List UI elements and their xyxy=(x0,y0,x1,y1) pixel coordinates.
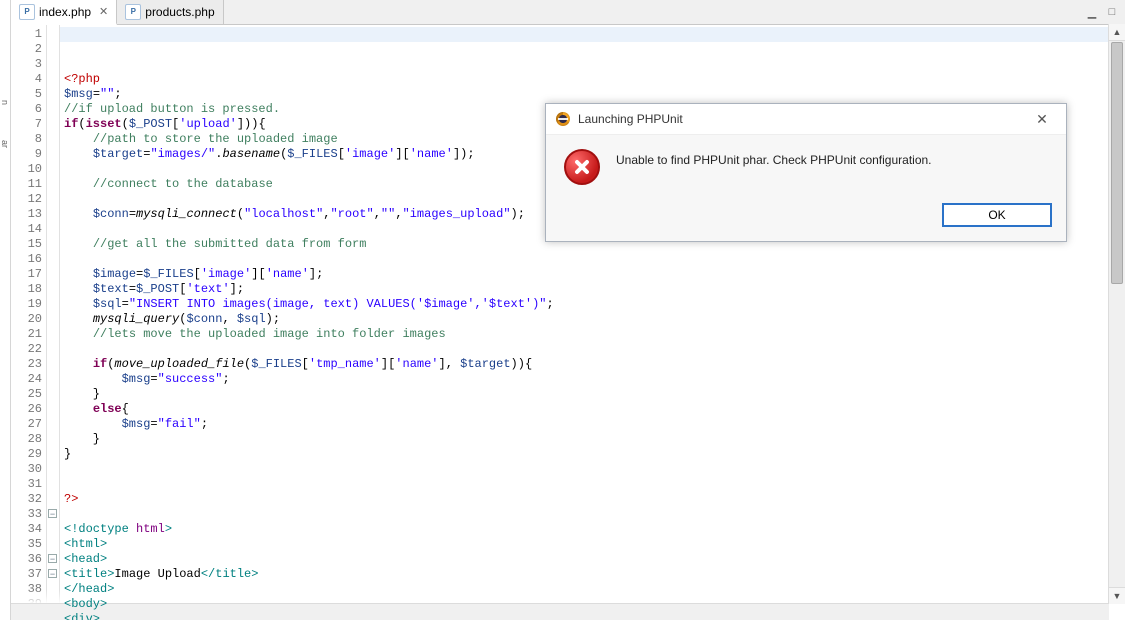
code-line[interactable]: } xyxy=(64,387,1125,402)
line-number: 37 xyxy=(11,567,42,582)
tab-label: products.php xyxy=(145,5,214,19)
editor-tab-bar: P index.php ✕ P products.php ▁ □ xyxy=(11,0,1125,25)
maximize-icon[interactable]: □ xyxy=(1105,6,1119,18)
code-line[interactable]: $image=$_FILES['image']['name']; xyxy=(64,267,1125,282)
code-line[interactable]: else{ xyxy=(64,402,1125,417)
code-line[interactable]: if(move_uploaded_file($_FILES['tmp_name'… xyxy=(64,357,1125,372)
tab-label: index.php xyxy=(39,5,91,19)
line-number: 38 xyxy=(11,582,42,597)
code-line[interactable]: $text=$_POST['text']; xyxy=(64,282,1125,297)
fold-column: − − − xyxy=(47,25,60,620)
line-number: 2 xyxy=(11,42,42,57)
line-number: 13 xyxy=(11,207,42,222)
line-number: 17 xyxy=(11,267,42,282)
current-line-highlight xyxy=(60,27,1125,42)
code-line[interactable]: //lets move the uploaded image into fold… xyxy=(64,327,1125,342)
code-line[interactable]: //connect to the database xyxy=(64,177,1125,192)
line-number: 6 xyxy=(11,102,42,117)
line-number: 18 xyxy=(11,282,42,297)
code-line[interactable]: <body> xyxy=(64,597,1125,612)
code-line[interactable]: $conn=mysqli_connect("localhost","root",… xyxy=(64,207,1125,222)
line-number: 31 xyxy=(11,477,42,492)
code-line[interactable]: <div> xyxy=(64,612,1125,620)
tab-products-php[interactable]: P products.php xyxy=(117,0,223,24)
fold-toggle-icon[interactable]: − xyxy=(48,554,57,563)
line-number: 35 xyxy=(11,537,42,552)
code-line[interactable]: //if upload button is pressed. xyxy=(64,102,1125,117)
code-content[interactable]: <?php$msg="";//if upload button is press… xyxy=(60,25,1125,620)
line-number: 28 xyxy=(11,432,42,447)
editor-area: P index.php ✕ P products.php ▁ □ 1234567… xyxy=(11,0,1125,620)
line-number: 20 xyxy=(11,312,42,327)
line-number: 4 xyxy=(11,72,42,87)
code-line[interactable]: if(isset($_POST['upload'])){ xyxy=(64,117,1125,132)
line-number: 22 xyxy=(11,342,42,357)
line-number: 7 xyxy=(11,117,42,132)
code-line[interactable] xyxy=(64,477,1125,492)
line-number: 34 xyxy=(11,522,42,537)
line-number: 26 xyxy=(11,402,42,417)
php-file-icon: P xyxy=(125,4,141,20)
code-line[interactable] xyxy=(64,162,1125,177)
line-number: 12 xyxy=(11,192,42,207)
minimized-view-1[interactable]: n xyxy=(0,100,10,105)
fold-toggle-icon[interactable]: − xyxy=(48,509,57,518)
php-file-icon: P xyxy=(19,4,35,20)
code-line[interactable] xyxy=(64,192,1125,207)
line-number: 5 xyxy=(11,87,42,102)
code-line[interactable]: ?> xyxy=(64,492,1125,507)
line-number: 16 xyxy=(11,252,42,267)
line-number: 15 xyxy=(11,237,42,252)
code-editor[interactable]: 1234567891011121314151617181920212223242… xyxy=(11,25,1125,620)
line-number-gutter: 1234567891011121314151617181920212223242… xyxy=(11,25,47,620)
line-number: 1 xyxy=(11,27,42,42)
line-number: 14 xyxy=(11,222,42,237)
minimize-icon[interactable]: ▁ xyxy=(1085,6,1099,19)
code-line[interactable]: mysqli_query($conn, $sql); xyxy=(64,312,1125,327)
line-number: 8 xyxy=(11,132,42,147)
code-line[interactable]: //get all the submitted data from form xyxy=(64,237,1125,252)
line-number: 10 xyxy=(11,162,42,177)
code-line[interactable]: $sql="INSERT INTO images(image, text) VA… xyxy=(64,297,1125,312)
line-number: 19 xyxy=(11,297,42,312)
minimized-view-2[interactable]: ar xyxy=(0,140,10,148)
code-line[interactable]: //path to store the uploaded image xyxy=(64,132,1125,147)
code-line[interactable]: $msg=""; xyxy=(64,87,1125,102)
close-icon[interactable]: ✕ xyxy=(95,5,108,18)
line-number: 33 xyxy=(11,507,42,522)
line-number: 3 xyxy=(11,57,42,72)
line-number: 30 xyxy=(11,462,42,477)
minimized-view-strip: n ar xyxy=(0,0,11,620)
line-number: 36 xyxy=(11,552,42,567)
code-line[interactable]: <!doctype html> xyxy=(64,522,1125,537)
code-line[interactable]: <title>Image Upload</title> xyxy=(64,567,1125,582)
code-line[interactable] xyxy=(64,222,1125,237)
code-line[interactable]: <html> xyxy=(64,537,1125,552)
code-line[interactable] xyxy=(64,252,1125,267)
code-line[interactable] xyxy=(64,507,1125,522)
line-number: 21 xyxy=(11,327,42,342)
line-number: 24 xyxy=(11,372,42,387)
code-line[interactable]: <head> xyxy=(64,552,1125,567)
fold-toggle-icon[interactable]: − xyxy=(48,569,57,578)
line-number: 23 xyxy=(11,357,42,372)
code-line[interactable]: $target="images/".basename($_FILES['imag… xyxy=(64,147,1125,162)
scroll-up-arrow-icon[interactable]: ▲ xyxy=(1109,24,1125,41)
code-line[interactable]: <?php xyxy=(64,72,1125,87)
code-line[interactable]: </head> xyxy=(64,582,1125,597)
line-number: 9 xyxy=(11,147,42,162)
code-line[interactable]: } xyxy=(64,447,1125,462)
line-number: 11 xyxy=(11,177,42,192)
code-line[interactable]: $msg="success"; xyxy=(64,372,1125,387)
line-number: 32 xyxy=(11,492,42,507)
code-line[interactable] xyxy=(64,342,1125,357)
line-number: 27 xyxy=(11,417,42,432)
code-line[interactable] xyxy=(64,462,1125,477)
code-line[interactable]: $msg="fail"; xyxy=(64,417,1125,432)
line-number: 29 xyxy=(11,447,42,462)
line-number: 25 xyxy=(11,387,42,402)
code-line[interactable]: } xyxy=(64,432,1125,447)
tab-bar-controls: ▁ □ xyxy=(1085,0,1125,24)
tab-index-php[interactable]: P index.php ✕ xyxy=(11,0,117,25)
